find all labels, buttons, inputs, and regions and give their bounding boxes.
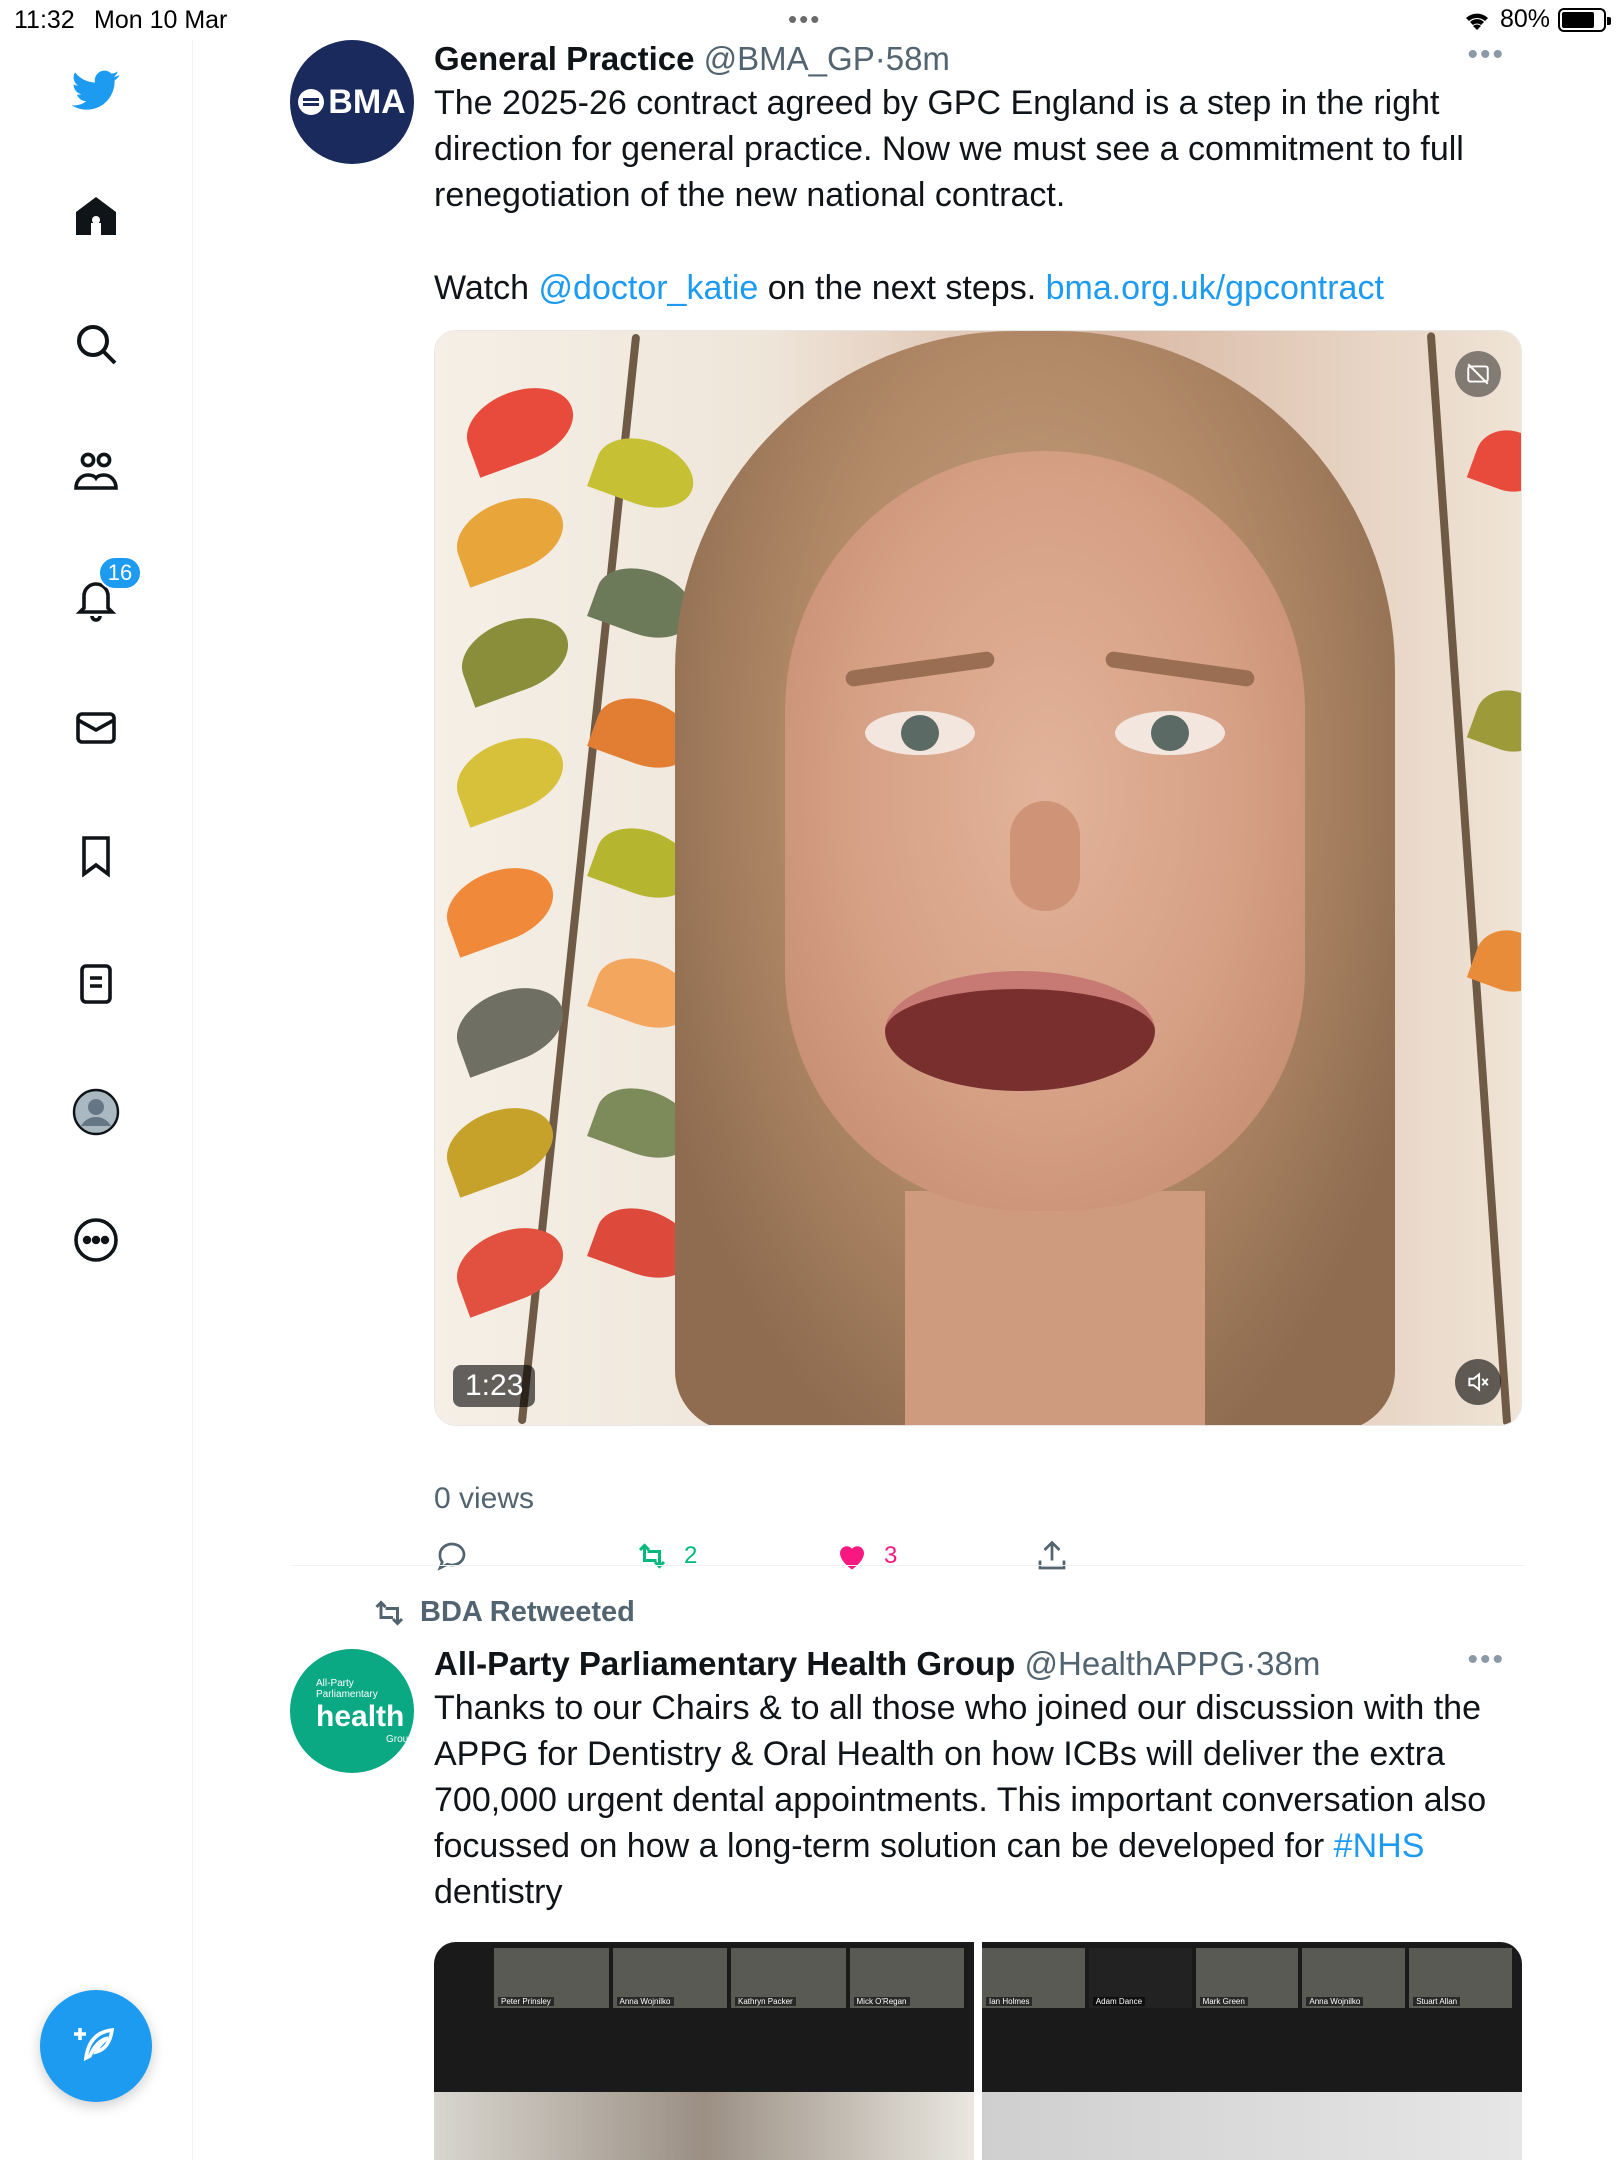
author-name[interactable]: All-Party Parliamentary Health Group <box>434 1645 1015 1682</box>
tweet-health-appg[interactable]: All-Party Parliamentary health Group All… <box>290 1643 1525 2160</box>
participant-label: Mick O'Regan <box>853 1997 910 2006</box>
avatar-text: BMA <box>328 82 406 121</box>
thumb: Adam Dance <box>1088 1948 1192 2008</box>
participant-label: Peter Prinsley <box>498 1997 554 2006</box>
sidebar: 16 <box>0 40 193 2160</box>
tweet-divider <box>290 1565 1525 1566</box>
tweet-body: The 2025-26 contract agreed by GPC Engla… <box>434 84 1464 214</box>
participant-label: Ian Holmes <box>986 1997 1033 2006</box>
captions-icon[interactable] <box>1455 351 1501 397</box>
tweet-time[interactable]: 58m <box>886 40 950 77</box>
mention-link[interactable]: @doctor_katie <box>539 269 759 307</box>
tweet-bma-gp[interactable]: BMA General Practice @BMA_GP·58m ••• The… <box>290 38 1525 1571</box>
twitter-logo-icon[interactable] <box>70 64 122 116</box>
thumb: Kathryn Packer <box>731 1948 846 2008</box>
battery-icon <box>1558 7 1611 32</box>
main-video-tile <box>982 2092 1522 2160</box>
multitasking-dots-icon[interactable]: ••• <box>788 4 821 35</box>
battery-level <box>1562 11 1594 28</box>
share-button[interactable] <box>1034 1538 1070 1574</box>
profile-icon[interactable] <box>70 1086 122 1138</box>
participant-label: Anna Wojnilko <box>616 1997 674 2006</box>
retweet-icon <box>375 1599 404 1626</box>
retweet-icon <box>638 1543 666 1569</box>
view-count: 0 views <box>434 1482 535 1515</box>
status-time: 11:32 <box>14 6 75 34</box>
tweet-header: All-Party Parliamentary Health Group @He… <box>434 1645 1320 1683</box>
avatar-text-4: Group <box>386 1733 414 1745</box>
mail-icon[interactable] <box>70 702 122 754</box>
compose-tweet-button[interactable] <box>40 1990 152 2102</box>
tweet-body-end: dentistry <box>434 1873 563 1911</box>
tweet-images[interactable]: Peter Prinsley Anna Wojnilko Kathryn Pac… <box>434 1942 1522 2160</box>
thumb: Ian Holmes <box>982 1948 1085 2008</box>
retweet-label[interactable]: BDA Retweeted <box>372 1596 635 1629</box>
video-duration: 1:23 <box>453 1365 536 1407</box>
tweet-image-1[interactable]: Peter Prinsley Anna Wojnilko Kathryn Pac… <box>434 1942 974 2160</box>
more-circle-icon[interactable] <box>70 1214 122 1266</box>
author-name[interactable]: General Practice <box>434 40 695 77</box>
wifi-icon <box>1465 13 1488 30</box>
notification-badge: 16 <box>98 556 142 590</box>
search-icon[interactable] <box>70 318 122 370</box>
participant-label: Stuart Allan <box>1413 1997 1461 2006</box>
share-icon <box>1038 1540 1066 1570</box>
retweet-button[interactable]: 2 <box>634 1538 697 1574</box>
status-right: 80% <box>1462 5 1611 34</box>
bookmark-icon[interactable] <box>70 830 122 882</box>
video-call-thumbnails: Ian Holmes Adam Dance Mark Green Anna Wo… <box>982 1948 1512 2008</box>
url-link[interactable]: bma.org.uk/gpcontract <box>1046 269 1384 307</box>
thumb: Stuart Allan <box>1409 1948 1512 2008</box>
list-icon[interactable] <box>70 958 122 1010</box>
separator: · <box>874 40 886 77</box>
participant-label: Adam Dance <box>1092 1997 1146 2006</box>
retweeted-by: BDA Retweeted <box>420 1596 635 1628</box>
author-handle[interactable]: @BMA_GP <box>704 40 875 77</box>
tweet-image-2[interactable]: Ian Holmes Adam Dance Mark Green Anna Wo… <box>982 1942 1522 2160</box>
avatar[interactable]: All-Party Parliamentary health Group <box>290 1649 414 1773</box>
video-call-thumbnails: Peter Prinsley Anna Wojnilko Kathryn Pac… <box>494 1948 964 2008</box>
thumb: Peter Prinsley <box>494 1948 609 2008</box>
participant-label: Mark Green <box>1199 1997 1248 2006</box>
communities-icon[interactable] <box>70 446 122 498</box>
status-bar: 11:32 Mon 10 Mar ••• 80% <box>0 0 1620 40</box>
tweet-more-icon[interactable]: ••• <box>1467 38 1505 72</box>
hashtag-link[interactable]: #NHS <box>1334 1827 1425 1865</box>
tweet-text: The 2025-26 contract agreed by GPC Engla… <box>434 80 1524 218</box>
like-button[interactable]: 3 <box>834 1538 897 1574</box>
separator: · <box>1245 1645 1257 1682</box>
heart-filled-icon <box>840 1546 864 1570</box>
compose-feather-icon <box>74 2027 115 2062</box>
bma-logo-icon <box>298 89 325 115</box>
watch-text: Watch <box>434 269 539 307</box>
avatar[interactable]: BMA <box>290 40 414 164</box>
mute-icon[interactable] <box>1455 1359 1501 1405</box>
participant-label: Anna Wojnilko <box>1306 1997 1364 2006</box>
author-handle[interactable]: @HealthAPPG <box>1025 1645 1246 1682</box>
home-icon[interactable] <box>70 190 122 242</box>
video-player[interactable]: 1:23 <box>434 330 1522 1426</box>
tweet-text: Thanks to our Chairs & to all those who … <box>434 1685 1524 1915</box>
tweet-body: Thanks to our Chairs & to all those who … <box>434 1689 1487 1865</box>
reply-button[interactable] <box>434 1538 470 1574</box>
avatar-text-3: health <box>316 1699 405 1733</box>
tweet-header: General Practice @BMA_GP·58m <box>434 40 950 78</box>
next-steps-text: on the next steps. <box>758 269 1046 307</box>
participant-label: Kathryn Packer <box>735 1997 796 2006</box>
tweet-actions: 2 3 <box>434 1538 1334 1578</box>
tweet-text-line2: Watch @doctor_katie on the next steps. b… <box>434 265 1524 311</box>
thumb: Anna Wojnilko <box>1302 1948 1406 2008</box>
tweet-time[interactable]: 38m <box>1256 1645 1320 1682</box>
avatar-text-1: All-Party <box>316 1677 354 1689</box>
reply-icon <box>437 1542 466 1571</box>
thumb: Mark Green <box>1195 1948 1299 2008</box>
battery-percent: 80% <box>1499 5 1550 33</box>
thumb: Mick O'Regan <box>849 1948 964 2008</box>
status-date: Mon 10 Mar <box>94 6 228 34</box>
thumb: Anna Wojnilko <box>612 1948 727 2008</box>
main-video-tile <box>434 2092 974 2160</box>
avatar-text-2: Parliamentary <box>316 1688 378 1700</box>
tweet-more-icon[interactable]: ••• <box>1467 1643 1505 1677</box>
